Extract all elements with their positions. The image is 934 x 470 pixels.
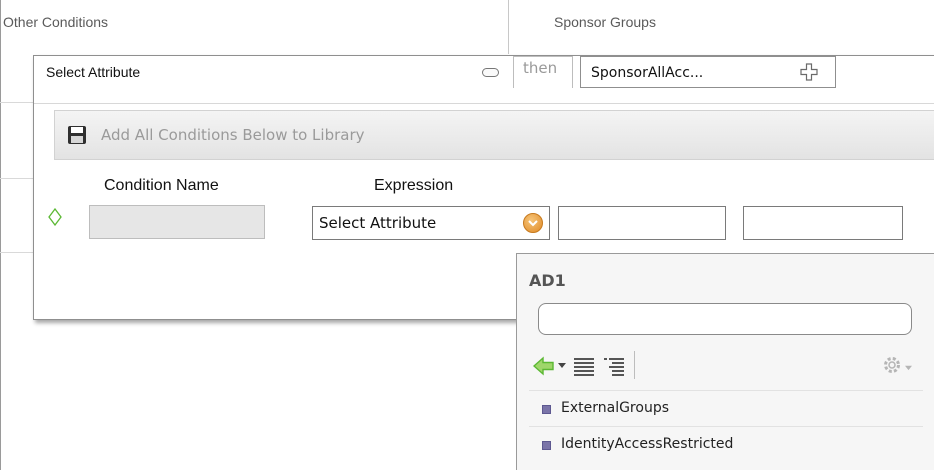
sponsor-groups-header: Sponsor Groups	[554, 14, 656, 30]
tree-view-icon[interactable]	[603, 355, 625, 377]
sponsor-group-select[interactable]: SponsorAllAcc...	[580, 56, 836, 88]
column-divider	[508, 0, 509, 54]
select-attribute-label[interactable]: Select Attribute	[46, 64, 140, 80]
left-border-line	[0, 0, 1, 470]
toolbar-separator	[634, 351, 635, 379]
list-item[interactable]: ExternalGroups	[529, 390, 923, 426]
then-label: then	[523, 59, 558, 77]
gear-icon[interactable]	[881, 354, 905, 378]
list-item-label: IdentityAccessRestricted	[561, 436, 734, 452]
list-item[interactable]: IdentityAccessRestricted	[529, 426, 923, 462]
operator-input[interactable]	[558, 206, 726, 240]
chevron-down-icon[interactable]	[558, 361, 566, 369]
diamond-icon[interactable]	[48, 208, 62, 226]
sponsor-group-value: SponsorAllAcc...	[591, 65, 704, 81]
minus-icon[interactable]	[482, 68, 499, 77]
chevron-down-icon[interactable]	[905, 364, 912, 371]
expression-column-header: Expression	[374, 177, 454, 194]
list-item-label: ExternalGroups	[561, 400, 670, 416]
attribute-select-value: Select Attribute	[319, 214, 437, 232]
picker-list: ExternalGroups IdentityAccessRestricted	[529, 390, 923, 462]
chevron-down-icon[interactable]	[523, 213, 543, 233]
bullet-icon	[542, 441, 551, 450]
picker-title: AD1	[529, 271, 566, 290]
save-icon	[68, 126, 86, 144]
add-all-conditions-label: Add All Conditions Below to Library	[101, 126, 365, 144]
list-view-icon[interactable]	[573, 355, 595, 377]
plus-icon[interactable]	[799, 62, 819, 82]
picker-toolbar	[529, 349, 919, 383]
value-input[interactable]	[743, 206, 903, 240]
back-arrow-icon[interactable]	[533, 355, 555, 377]
add-to-library-bar[interactable]: Add All Conditions Below to Library	[54, 110, 934, 160]
condition-name-input[interactable]	[89, 205, 265, 239]
condition-name-column-header: Condition Name	[104, 177, 219, 194]
then-label-box: then	[513, 56, 573, 88]
picker-search-input[interactable]	[538, 303, 912, 335]
other-conditions-header: Other Conditions	[3, 14, 109, 30]
attribute-select[interactable]: Select Attribute	[312, 206, 550, 240]
bullet-icon	[542, 405, 551, 414]
attribute-picker-popup: AD1 ExternalGroups IdentityAccessRestric…	[516, 253, 934, 470]
